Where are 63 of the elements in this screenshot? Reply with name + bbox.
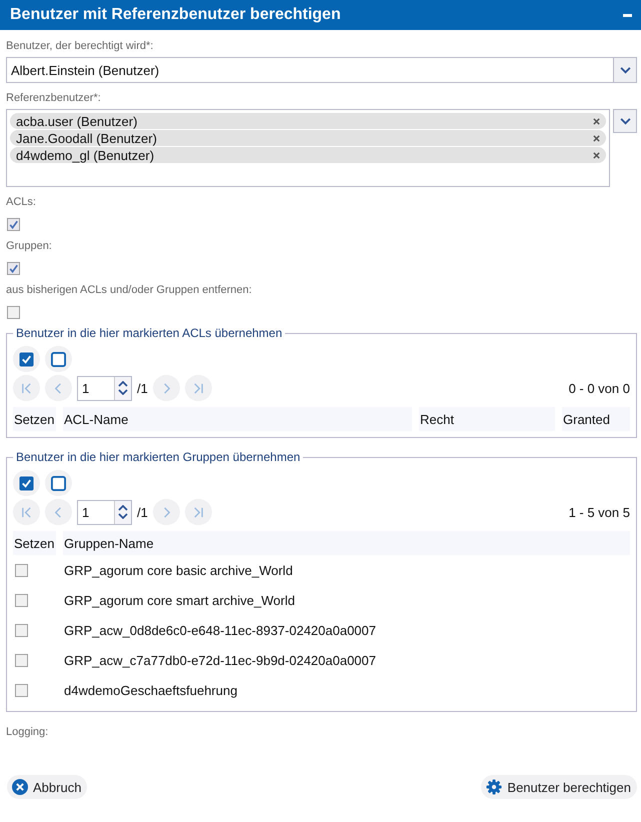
dropdown-trigger[interactable] xyxy=(613,57,637,83)
checkbox[interactable] xyxy=(7,306,20,319)
column-header[interactable]: ACL-Name xyxy=(63,407,412,431)
checkbox[interactable] xyxy=(15,684,28,696)
last-page-icon xyxy=(192,506,204,518)
page-field[interactable]: 1 xyxy=(77,500,132,524)
field-label: Benutzer, der berechtigt wird*: xyxy=(6,40,154,52)
remove-icon[interactable] xyxy=(593,118,600,124)
window-title: Benutzer mit Referenzbenutzer berechtigen xyxy=(10,6,341,24)
page-total: /1 xyxy=(137,380,148,396)
column-header[interactable]: Gruppen-Name xyxy=(63,531,630,555)
caret-icon xyxy=(620,66,630,74)
tag-label: acba.user (Benutzer) xyxy=(16,114,138,128)
checkbox[interactable] xyxy=(15,594,28,606)
first-page-icon xyxy=(21,382,32,394)
checkbox[interactable] xyxy=(7,218,20,231)
cancel-button[interactable]: Abbruch xyxy=(7,775,88,799)
dropdown-trigger[interactable] xyxy=(613,109,637,133)
field-label: Logging: xyxy=(6,726,50,738)
column-header[interactable]: Recht xyxy=(419,407,555,431)
option-label: Gruppen: xyxy=(6,240,53,252)
remove-icon[interactable] xyxy=(593,134,600,142)
confirm-button[interactable]: Benutzer berechtigen xyxy=(481,775,637,799)
caret-icon xyxy=(620,118,630,124)
first-page-icon xyxy=(21,506,32,518)
option-label: aus bisherigen ACLs und/oder Gruppen entfernen: xyxy=(6,284,253,296)
check-all-button[interactable] xyxy=(13,346,40,372)
panel-legend: Benutzer in die hier markierten Gruppen übernehmen xyxy=(13,450,304,464)
checkbox[interactable] xyxy=(15,654,28,666)
minimize-icon[interactable] xyxy=(623,14,632,16)
uncheck-all-button[interactable] xyxy=(45,346,72,372)
check-all-button[interactable] xyxy=(13,470,40,496)
table-cell-text: d4wdemoGeschaeftsfuehrung xyxy=(63,682,238,700)
checked-box-icon xyxy=(19,352,34,366)
checkbox[interactable] xyxy=(7,262,20,275)
table-cell-text: GRP_agorum core smart archive_World xyxy=(63,592,296,610)
field-label: Referenzbenutzer*: xyxy=(6,92,102,104)
table-cell-text: GRP_agorum core basic archive_World xyxy=(63,562,294,580)
table-cell-text: GRP_acw_c7a77db0-e72d-11ec-9b9d-02420a0a0007 xyxy=(63,652,377,670)
last-page-icon xyxy=(192,382,204,394)
uncheck-all-button[interactable] xyxy=(45,470,72,496)
empty-box-icon xyxy=(51,476,66,490)
column-header[interactable]: Setzen xyxy=(13,531,56,555)
column-header[interactable]: Setzen xyxy=(13,407,56,431)
tag-field[interactable]: acba.user (Benutzer) Jane.Goodall (Benutzer) d4wdemo_gl (Benutzer) xyxy=(6,109,610,187)
tag-label: Jane.Goodall (Benutzer) xyxy=(16,130,157,146)
table-cell-text: GRP_acw_0d8de6c0-e648-11ec-8937-02420a0a0007 xyxy=(63,622,377,640)
close-icon xyxy=(12,779,28,795)
settings-icon xyxy=(486,779,502,795)
column-header[interactable]: Granted xyxy=(562,407,630,431)
record-range: 0 - 0 von 0 xyxy=(568,380,630,396)
option-label: ACLs: xyxy=(6,196,37,208)
panel-legend: Benutzer in die hier markierten ACLs übernehmen xyxy=(13,326,286,340)
user-dropdown[interactable]: Albert.Einstein (Benutzer) xyxy=(6,57,613,83)
page-field[interactable]: 1 xyxy=(77,376,132,400)
empty-box-icon xyxy=(51,352,66,366)
record-range: 1 - 5 von 5 xyxy=(568,504,630,520)
checkbox[interactable] xyxy=(15,564,28,576)
checkbox[interactable] xyxy=(15,624,28,636)
page-total: /1 xyxy=(137,504,148,520)
tag-label: d4wdemo_gl (Benutzer) xyxy=(16,148,154,162)
remove-icon[interactable] xyxy=(593,152,600,158)
checked-box-icon xyxy=(19,476,34,490)
